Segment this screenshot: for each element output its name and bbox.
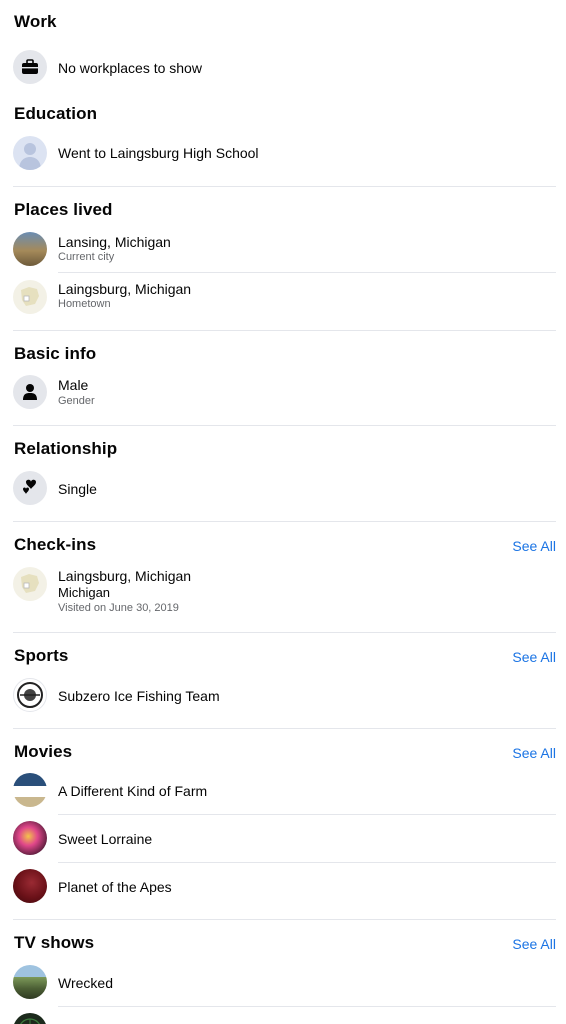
- map-icon: [13, 280, 47, 314]
- sports-section-title: Sports: [14, 646, 69, 665]
- movie-thumb-1: [13, 773, 47, 807]
- checkins-section-title: Check-ins: [14, 535, 97, 554]
- basic-info-section-title: Basic info: [14, 344, 97, 363]
- divider: [13, 919, 556, 920]
- place-item-hometown[interactable]: Laingsburg, Michigan Hometown: [0, 273, 566, 321]
- relationship-section-title: Relationship: [14, 439, 118, 458]
- person-icon: [13, 375, 47, 409]
- place-name: Laingsburg, Michigan: [58, 281, 192, 297]
- movie-name: Planet of the Apes: [58, 879, 172, 895]
- checkins-see-all-link[interactable]: See All: [512, 538, 556, 554]
- movie-name: A Different Kind of Farm: [58, 783, 208, 799]
- education-section-title: Education: [14, 104, 98, 123]
- place-label: Hometown: [58, 298, 111, 310]
- divider: [13, 186, 556, 187]
- tv-show-name: Wrecked: [58, 975, 113, 991]
- movies-section-title: Movies: [14, 742, 73, 761]
- movies-see-all-link[interactable]: See All: [512, 745, 556, 761]
- sports-item-name: Subzero Ice Fishing Team: [58, 688, 220, 704]
- relationship-item: Single: [0, 464, 566, 512]
- education-item[interactable]: Went to Laingsburg High School: [0, 129, 566, 177]
- tv-show-item[interactable]: Wrecked: [0, 958, 566, 1006]
- tv-shows-see-all-link[interactable]: See All: [512, 936, 556, 952]
- tv-shows-section-title: TV shows: [14, 933, 95, 952]
- place-name: Lansing, Michigan: [58, 234, 171, 250]
- gender-value: Male: [58, 377, 89, 393]
- work-item-text: No workplaces to show: [58, 60, 202, 76]
- checkin-place-name: Laingsburg, Michigan: [58, 568, 192, 584]
- places-lived-section-title: Places lived: [14, 200, 113, 219]
- place-label: Current city: [58, 251, 115, 263]
- work-item: No workplaces to show: [0, 44, 566, 92]
- movie-item[interactable]: A Different Kind of Farm: [0, 766, 566, 814]
- briefcase-icon: [13, 50, 47, 84]
- sports-see-all-link[interactable]: See All: [512, 649, 556, 665]
- school-icon: [13, 136, 47, 170]
- movie-name: Sweet Lorraine: [58, 831, 153, 847]
- divider: [13, 632, 556, 633]
- divider: [13, 425, 556, 426]
- tv-show-item-partial[interactable]: [0, 1006, 566, 1024]
- basic-info-gender: Male Gender: [0, 368, 566, 416]
- city-photo: [13, 232, 47, 266]
- checkin-region: Michigan: [58, 585, 111, 600]
- divider: [13, 521, 556, 522]
- movie-thumb-3: [13, 869, 47, 903]
- tv-thumb-1: [13, 965, 47, 999]
- movie-item[interactable]: Sweet Lorraine: [0, 814, 566, 862]
- sports-item[interactable]: Subzero Ice Fishing Team: [0, 671, 566, 719]
- gender-label: Gender: [58, 395, 95, 407]
- movie-thumb-2: [13, 821, 47, 855]
- divider: [13, 330, 556, 331]
- tv-thumb-2: [13, 1013, 47, 1024]
- work-section-title: Work: [14, 12, 57, 31]
- hearts-icon: [13, 471, 47, 505]
- place-item-current-city[interactable]: Lansing, Michigan Current city: [0, 225, 566, 273]
- education-item-text: Went to Laingsburg High School: [58, 145, 259, 161]
- team-logo: [13, 678, 47, 712]
- relationship-value: Single: [58, 481, 97, 497]
- map-icon: [13, 567, 47, 601]
- movie-item[interactable]: Planet of the Apes: [0, 862, 566, 910]
- divider: [13, 728, 556, 729]
- checkin-item[interactable]: Laingsburg, Michigan Michigan Visited on…: [0, 560, 566, 622]
- checkin-date: Visited on June 30, 2019: [58, 602, 179, 614]
